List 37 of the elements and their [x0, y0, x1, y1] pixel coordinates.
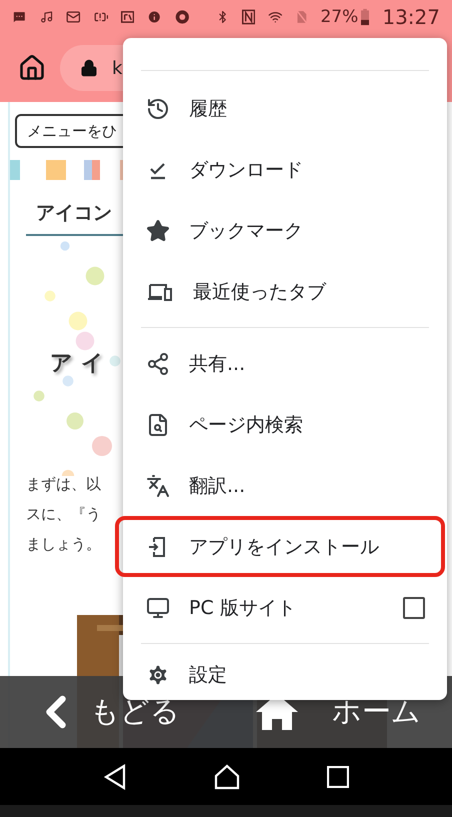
- lock-icon: [80, 59, 98, 77]
- battery-icon: [361, 6, 370, 28]
- checkbox[interactable]: [403, 596, 425, 618]
- hero-title: アイ: [50, 350, 112, 378]
- app-icon: [121, 8, 134, 26]
- menu-item-label: 設定: [189, 662, 228, 688]
- menu-item[interactable]: 共有...: [123, 333, 447, 394]
- menu-item-label: 共有...: [189, 352, 246, 376]
- clock: 13:27: [382, 5, 440, 29]
- battery-percent: 27%: [320, 7, 358, 27]
- menu-item[interactable]: 最近使ったタブ: [123, 261, 447, 322]
- menu-item[interactable]: 設定: [123, 649, 447, 700]
- menu-item[interactable]: アプリをインストール: [123, 516, 447, 577]
- menu-item[interactable]: ページ内検索: [123, 394, 447, 455]
- recent-apps-icon[interactable]: [326, 766, 349, 788]
- menu-item-label: ダウンロード: [189, 158, 304, 182]
- home-icon[interactable]: [18, 54, 46, 82]
- paragraph-line: まずは、以: [26, 474, 101, 494]
- home-icon[interactable]: [214, 764, 240, 790]
- menu-item-label: ページ内検索: [189, 412, 304, 438]
- star-icon: [146, 218, 170, 242]
- menu-item-label: 翻訳...: [189, 474, 246, 498]
- menu-item[interactable]: 翻訳...: [123, 455, 447, 516]
- paragraph-line: スに、『う: [26, 504, 101, 524]
- url-text: k: [112, 58, 122, 78]
- nfc-icon: [242, 7, 256, 27]
- share-icon: [146, 352, 170, 376]
- find-in-page-icon: [146, 412, 170, 436]
- back-icon[interactable]: [103, 764, 128, 790]
- monitor-icon: [146, 596, 170, 620]
- translate-icon: [146, 474, 170, 498]
- menu-item-label: 最近使ったタブ: [193, 280, 328, 304]
- menu-item-label: PC 版サイト: [189, 596, 297, 620]
- menu-item[interactable]: PC 版サイト: [123, 577, 447, 638]
- menu-item-label: アプリをインストール: [189, 534, 380, 560]
- paragraph-line: ましょう。: [26, 534, 101, 554]
- history-icon: [146, 96, 170, 120]
